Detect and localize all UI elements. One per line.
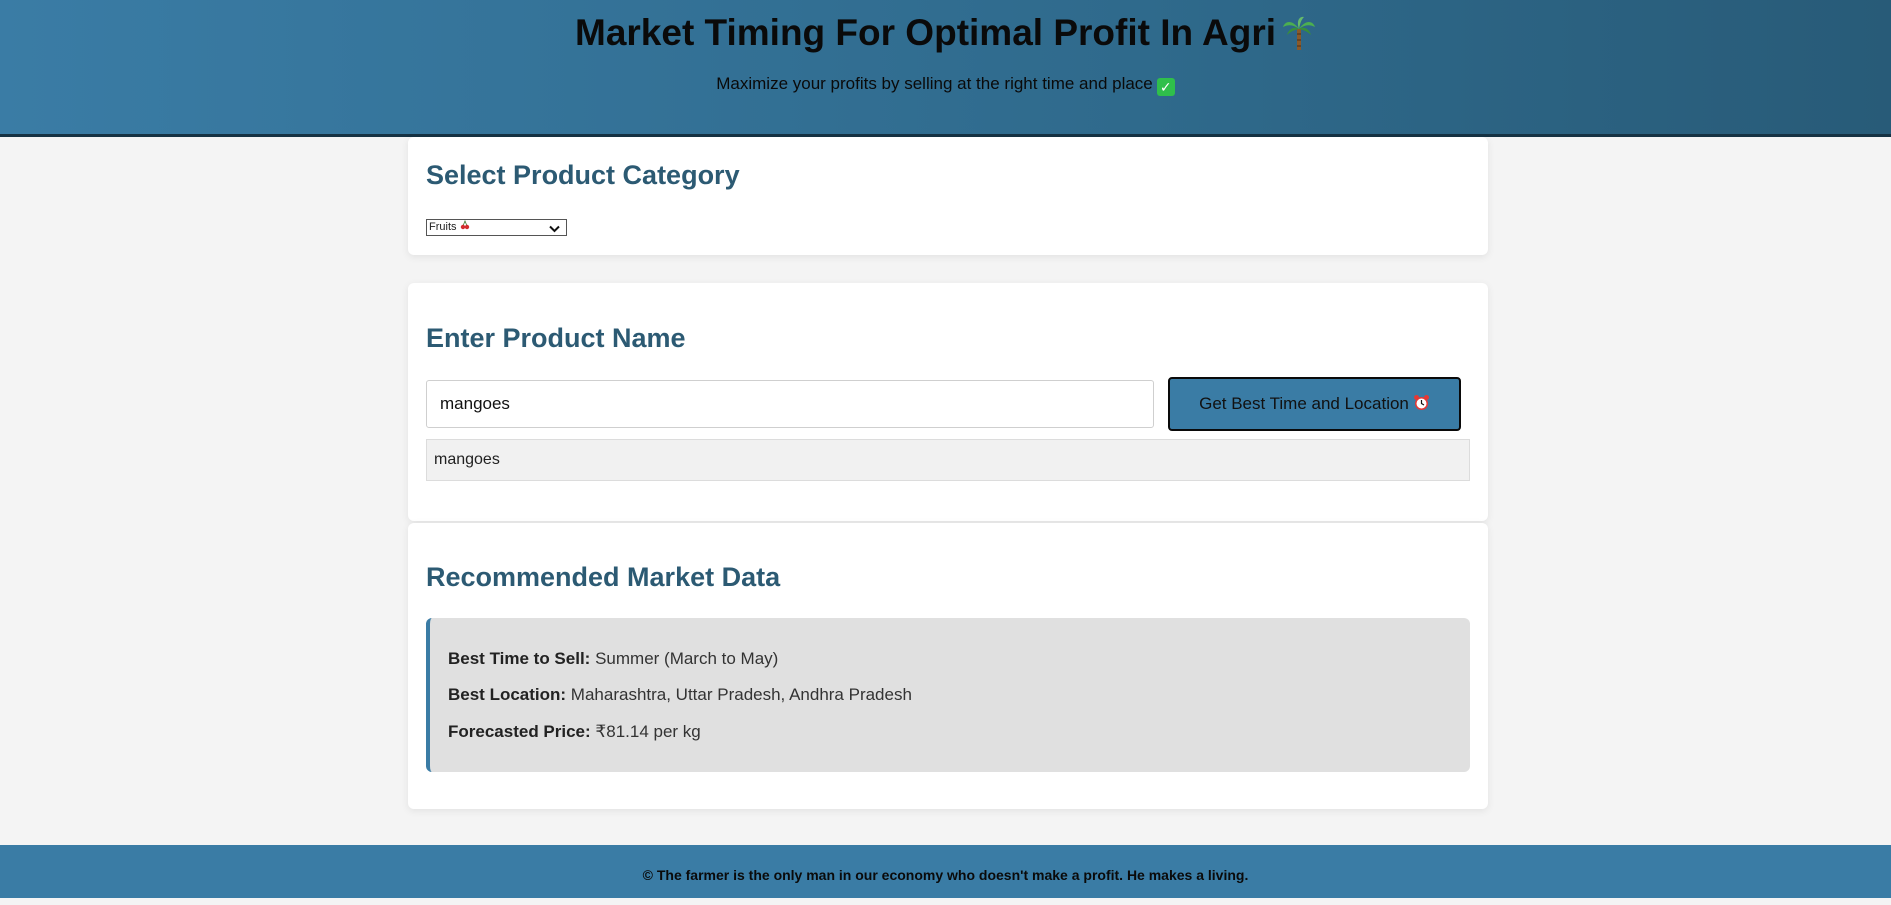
footer-quote: © The farmer is the only man in our econ… <box>642 867 1249 883</box>
forecast-price-label: Forecasted Price: <box>448 722 591 741</box>
category-heading: Select Product Category <box>426 160 740 190</box>
chevron-down-icon <box>549 223 560 238</box>
check-mark-icon: ✓ <box>1156 78 1175 96</box>
page-title: Market Timing For Optimal Profit In Agri <box>0 12 1891 60</box>
best-location-row: Best Location: Maharashtra, Uttar Prades… <box>448 685 912 705</box>
get-best-time-button[interactable]: Get Best Time and Location <box>1168 377 1461 431</box>
category-selected-value: Fruits <box>429 221 457 233</box>
cherries-icon <box>460 219 470 233</box>
product-card: Enter Product Name mangoes Get Best Time… <box>408 283 1488 521</box>
page-header: Market Timing For Optimal Profit In Agri… <box>0 0 1891 137</box>
forecast-price-value: ₹81.14 per kg <box>595 722 701 741</box>
page-subtitle: Maximize your profits by selling at the … <box>0 74 1891 96</box>
product-name-input[interactable]: mangoes <box>426 380 1154 428</box>
best-time-label: Best Time to Sell: <box>448 649 591 668</box>
page-subtitle-text: Maximize your profits by selling at the … <box>716 74 1153 93</box>
best-time-value: Summer (March to May) <box>595 649 779 668</box>
alarm-clock-icon <box>1413 381 1430 431</box>
best-location-value: Maharashtra, Uttar Pradesh, Andhra Prade… <box>570 685 912 704</box>
best-location-label: Best Location: <box>448 685 567 704</box>
product-suggestion-item[interactable]: mangoes <box>426 439 1470 481</box>
product-heading: Enter Product Name <box>426 323 686 353</box>
best-time-row: Best Time to Sell: Summer (March to May) <box>448 649 778 669</box>
get-best-time-label: Get Best Time and Location <box>1199 394 1409 413</box>
market-data-panel: Best Time to Sell: Summer (March to May)… <box>426 618 1470 772</box>
category-select[interactable]: Fruits <box>426 219 567 236</box>
results-heading: Recommended Market Data <box>426 562 781 592</box>
page-footer: © The farmer is the only man in our econ… <box>0 845 1891 898</box>
category-card: Select Product Category Fruits <box>408 137 1488 255</box>
palm-tree-icon <box>1282 15 1316 60</box>
forecast-price-row: Forecasted Price: ₹81.14 per kg <box>448 722 701 742</box>
results-card: Recommended Market Data Best Time to Sel… <box>408 523 1488 809</box>
page-title-text: Market Timing For Optimal Profit In Agri <box>575 12 1276 53</box>
